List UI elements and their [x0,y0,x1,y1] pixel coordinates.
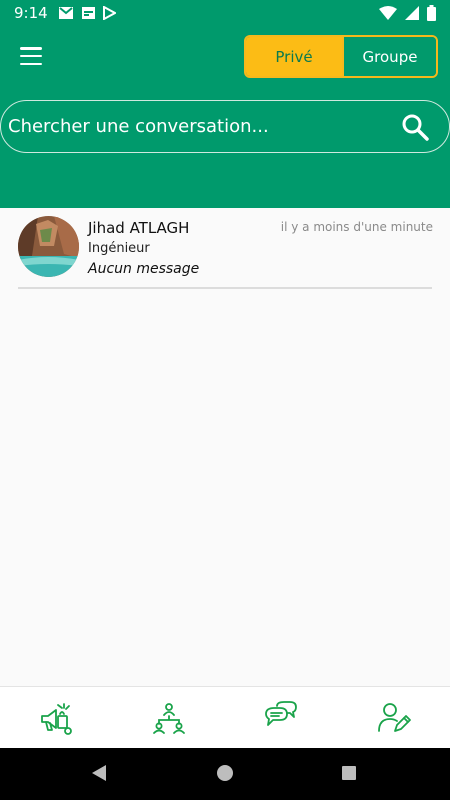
network-icon [152,702,185,734]
nav-item-profile[interactable] [338,687,450,748]
hamburger-menu-icon[interactable] [20,47,42,65]
divider [18,287,432,289]
marketing-icon [41,702,73,735]
contact-role: Ingénieur [88,241,150,256]
recent-apps-icon[interactable] [342,766,356,780]
status-bar: 9:14 [0,0,450,28]
conversation-list: Jihad ATLAGH Ingénieur Aucun message il … [0,208,450,290]
wifi-icon [379,6,397,20]
home-icon[interactable] [217,765,233,781]
chat-icon [265,700,298,726]
search-bar[interactable]: Chercher une conversation... [0,100,450,153]
signal-icon [405,6,419,20]
conversation-type-toggle: Privé Groupe [244,35,438,78]
status-system-icons [379,5,436,21]
status-time: 9:14 [14,4,48,22]
status-notification-icons [58,6,116,20]
app-header: 9:14 Privé Groupe Chercher une conversat… [0,0,450,208]
bottom-navigation [0,686,450,748]
battery-icon [427,5,436,21]
nav-item-network[interactable] [113,687,226,748]
back-icon[interactable] [92,765,106,781]
play-store-icon [103,6,116,20]
tab-prive[interactable]: Privé [246,37,342,76]
gmail-icon [59,7,73,19]
search-icon[interactable] [401,113,429,141]
last-message: Aucun message [88,261,200,277]
system-navigation-bar [0,748,450,800]
conversation-item[interactable]: Jihad ATLAGH Ingénieur Aucun message il … [0,208,450,290]
nav-item-marketing[interactable] [0,687,113,748]
message-time: il y a moins d'une minute [280,220,433,234]
nav-item-chat[interactable] [225,687,338,748]
edit-profile-icon [377,702,411,732]
contact-name: Jihad ATLAGH [88,219,190,237]
search-input[interactable]: Chercher une conversation... [8,116,269,137]
avatar [18,216,79,277]
tab-groupe[interactable]: Groupe [342,37,436,76]
calendar-icon [82,7,95,19]
